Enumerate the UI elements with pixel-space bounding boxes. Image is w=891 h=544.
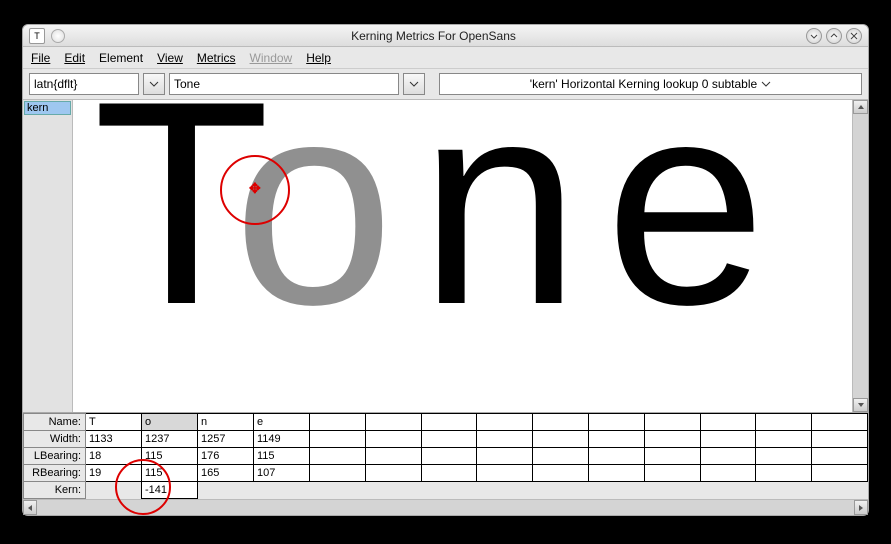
cell-kern-1[interactable]: -141 [142,482,198,499]
cell-rb-2[interactable]: 165 [198,465,254,482]
cell-lb-1[interactable]: 115 [142,448,198,465]
scroll-right-icon[interactable] [854,500,868,515]
menu-edit[interactable]: Edit [64,51,85,65]
menu-metrics[interactable]: Metrics [197,51,236,65]
glyph-n[interactable]: n [419,100,580,370]
cell-lb-2[interactable]: 176 [198,448,254,465]
cell-width-3[interactable]: 1149 [254,431,310,448]
menu-file[interactable]: File [31,51,50,65]
lookup-label: 'kern' Horizontal Kerning lookup 0 subta… [530,77,757,91]
cell-name-1[interactable]: o [142,414,198,431]
row-name: Name: T o n e [24,414,868,431]
preview-text-dropdown-button[interactable] [403,73,425,95]
toolbar: latn{dflt} Tone 'kern' Horizontal Kernin… [23,69,868,99]
cell-rb-3[interactable]: 107 [254,465,310,482]
hdr-kern: Kern: [24,482,86,499]
cell-kern-2[interactable] [198,482,254,499]
cell-kern-3[interactable] [254,482,310,499]
cell-name-2[interactable]: n [198,414,254,431]
hdr-rbearing: RBearing: [24,465,86,482]
pin-icon[interactable] [51,29,65,43]
preview-text-input[interactable]: Tone [169,73,399,95]
titlebar[interactable]: T Kerning Metrics For OpenSans [23,25,868,47]
menubar: File Edit Element View Metrics Window He… [23,47,868,69]
hdr-name: Name: [24,414,86,431]
hdr-width: Width: [24,431,86,448]
cursor-icon: ✥ [249,180,261,197]
cell-width-2[interactable]: 1257 [198,431,254,448]
menu-element[interactable]: Element [99,51,143,65]
menu-help[interactable]: Help [306,51,331,65]
glyph-canvas[interactable]: T o n e ✥ [73,100,852,412]
menu-view[interactable]: View [157,51,183,65]
scroll-up-icon[interactable] [853,100,868,114]
cell-name-0[interactable]: T [86,414,142,431]
cell-rb-1[interactable]: 115 [142,465,198,482]
hscroll-track[interactable] [37,500,854,515]
metrics-grid: Name: T o n e Width: 1133 1237 1257 1149… [23,412,868,499]
cell-lb-0[interactable]: 18 [86,448,142,465]
cell-kern-0[interactable] [86,482,142,499]
glyph-e[interactable]: e [605,100,766,370]
feature-tag-kern[interactable]: kern [24,101,71,115]
cell-name-3[interactable]: e [254,414,310,431]
vertical-scrollbar[interactable] [852,100,868,412]
glyph-o[interactable]: o [233,100,394,370]
window-title: Kerning Metrics For OpenSans [65,29,802,43]
horizontal-scrollbar[interactable] [23,499,868,515]
kerning-metrics-window: T Kerning Metrics For OpenSans File Edit… [22,24,869,516]
sidebar: kern [23,100,73,412]
cell-width-1[interactable]: 1237 [142,431,198,448]
script-dropdown-button[interactable] [143,73,165,95]
main-area: kern T o n e ✥ [23,99,868,412]
cell-rb-0[interactable]: 19 [86,465,142,482]
row-lbearing: LBearing: 18 115 176 115 [24,448,868,465]
lookup-combo[interactable]: 'kern' Horizontal Kerning lookup 0 subta… [439,73,862,95]
hdr-lbearing: LBearing: [24,448,86,465]
menu-window: Window [250,51,293,65]
minimize-button[interactable] [806,28,822,44]
script-combo[interactable]: latn{dflt} [29,73,139,95]
app-icon: T [29,28,45,44]
scroll-left-icon[interactable] [23,500,37,515]
maximize-button[interactable] [826,28,842,44]
row-kern: Kern: -141 [24,482,868,499]
row-rbearing: RBearing: 19 115 165 107 [24,465,868,482]
close-button[interactable] [846,28,862,44]
row-width: Width: 1133 1237 1257 1149 [24,431,868,448]
scroll-track[interactable] [853,114,868,398]
cell-lb-3[interactable]: 115 [254,448,310,465]
scroll-down-icon[interactable] [853,398,868,412]
cell-width-0[interactable]: 1133 [86,431,142,448]
